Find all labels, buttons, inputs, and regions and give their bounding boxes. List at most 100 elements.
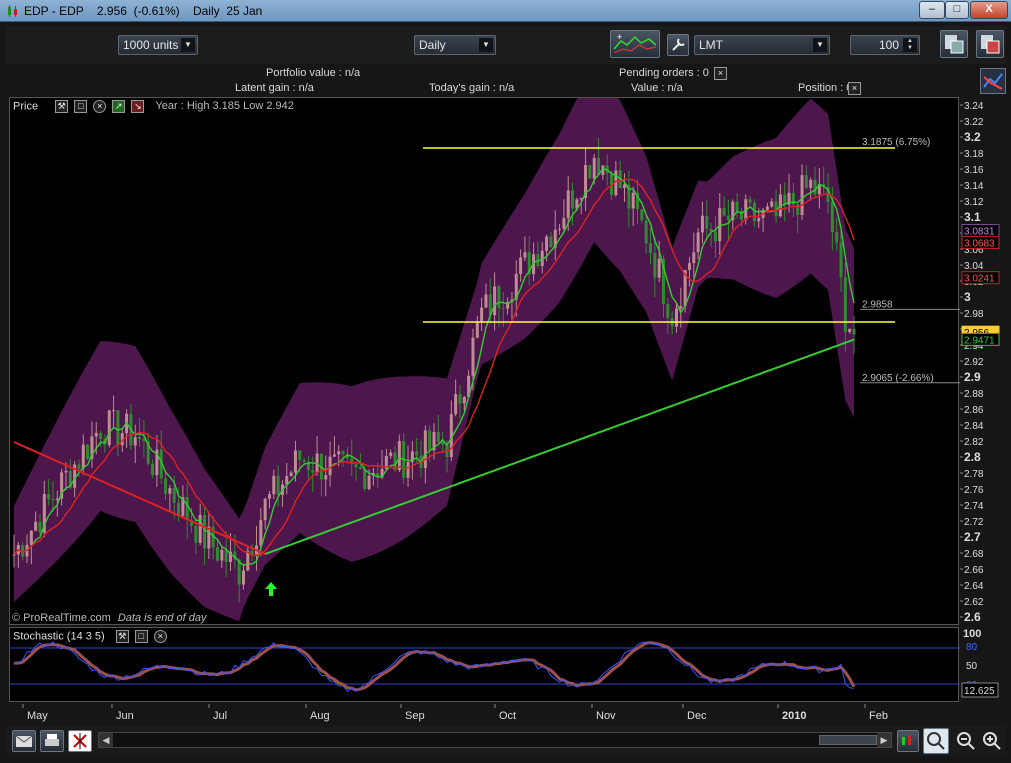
minimize-button[interactable]: – (919, 1, 945, 19)
candle-body (852, 328, 856, 335)
candle-body (34, 521, 38, 531)
todays-gain: Today's gain : n/a (429, 82, 515, 94)
candle-body (809, 179, 813, 188)
price-axis-tick: 2.8 (964, 450, 981, 464)
price-axis-tick: 2.92 (964, 357, 984, 368)
scroll-left-icon[interactable]: ◀ (99, 733, 113, 747)
import-icon[interactable]: ↘ (131, 100, 145, 113)
candle-body (497, 286, 501, 309)
candle-body (397, 441, 401, 470)
maximize-button[interactable]: □ (945, 1, 969, 19)
export-icon[interactable]: ↗ (112, 100, 126, 113)
stochastic-axis: 100 80 50 20 12.625 (960, 627, 1000, 702)
price-badge-badge_ma4: 2.9471 (964, 335, 995, 346)
candle-body (133, 437, 137, 446)
close-icon[interactable]: × (93, 100, 107, 113)
candle-body (367, 475, 371, 490)
price-axis-tick: 3.2 (964, 130, 981, 144)
price-axis-tick: 3 (964, 290, 971, 304)
candle-body (423, 430, 427, 469)
candle-body (341, 451, 345, 455)
candle-body (332, 454, 336, 457)
candle-body (480, 307, 484, 323)
stochastic-panel[interactable]: Stochastic (14 3 5) ⚒ □ × (9, 627, 960, 702)
candle-body (653, 252, 657, 278)
price-axis-tick: 2.7 (964, 530, 981, 544)
mail-button[interactable] (12, 730, 36, 752)
level-upper-label: 3.1875 (6.75%) (862, 137, 930, 148)
price-chart-panel[interactable]: 3.1875 (6.75%) 2.9858 2.9065 (-2.66%) Pric… (9, 66, 960, 626)
zoom-area-button[interactable] (923, 728, 949, 754)
close-icon[interactable]: × (153, 630, 167, 643)
candle-body (267, 494, 271, 499)
cursor-mode-button[interactable] (68, 730, 92, 752)
trend-arrows-icon (983, 73, 1003, 90)
zoom-out-button[interactable] (955, 730, 977, 752)
candle-body (545, 236, 549, 251)
chevron-down-icon: ▼ (181, 38, 195, 52)
chart-style-button[interactable] (897, 730, 919, 752)
zoom-in-button[interactable] (981, 730, 1003, 752)
window-icon[interactable]: □ (134, 630, 148, 643)
position: Position : 0 (798, 82, 853, 94)
candle-body (293, 450, 297, 473)
candle-body (77, 464, 81, 469)
units-select-value: 1000 units (123, 38, 179, 52)
date-label: May (27, 710, 48, 722)
candle-body (151, 463, 155, 476)
candle-body (224, 549, 228, 562)
candle-body (757, 218, 761, 222)
candle-body (566, 190, 570, 219)
print-button[interactable] (40, 730, 64, 752)
price-chart[interactable]: 3.1875 (6.75%) 2.9858 2.9065 (-2.66%) (10, 66, 960, 626)
close-small-icon[interactable]: × (848, 82, 861, 95)
price-panel-header: Price ⚒ □ × ↗ ↘ Year : High 3.185 Low 2.… (13, 100, 294, 118)
candle-body (51, 499, 55, 501)
timeframe-select[interactable]: Daily ▼ (414, 35, 496, 55)
candle-body (696, 232, 700, 253)
candle-body (298, 450, 302, 460)
candle-body (302, 459, 306, 462)
price-axis-tick: 3.16 (964, 165, 984, 176)
candle-body (484, 294, 488, 308)
candles-icon (902, 735, 911, 745)
crosshair-x-icon (73, 733, 87, 749)
chart-link-button[interactable] (980, 68, 1006, 94)
candle-body (713, 231, 717, 242)
candle-body (99, 432, 103, 439)
candle-body (107, 410, 111, 445)
units-select[interactable]: 1000 units ▼ (118, 35, 198, 55)
close-small-icon[interactable]: × (714, 67, 727, 80)
candle-body (311, 470, 315, 473)
candle-body (389, 452, 393, 456)
sell-ticket-button[interactable] (976, 30, 1004, 58)
scroll-right-icon[interactable]: ▶ (877, 733, 891, 747)
mail-icon (15, 735, 33, 747)
candle-body (138, 437, 142, 439)
candle-body (272, 475, 276, 495)
chart-scrollbar[interactable]: ◀ ▶ (98, 732, 892, 748)
order-settings-button[interactable] (667, 34, 689, 56)
candle-body (839, 242, 843, 278)
wrench-icon[interactable]: ⚒ (55, 100, 69, 113)
close-button[interactable]: X (970, 1, 1008, 19)
candle-body (164, 478, 168, 494)
candle-body (289, 472, 293, 477)
window-icon[interactable]: □ (74, 100, 88, 113)
stepper-arrows-icon[interactable]: ▲ ▼ (903, 38, 917, 52)
stochastic-header: Stochastic (14 3 5) ⚒ □ × (13, 630, 167, 648)
quantity-stepper[interactable]: 100 ▲ ▼ (850, 35, 920, 55)
order-type-select[interactable]: LMT ▼ (694, 35, 830, 55)
indicators-button[interactable]: + (610, 30, 660, 58)
scrollbar-thumb[interactable] (819, 735, 877, 745)
price-axis: 3.243.223.23.183.163.143.123.13.083.063.… (960, 97, 1000, 625)
svg-text:+: + (617, 32, 622, 42)
candle-body (631, 192, 635, 209)
buy-ticket-button[interactable] (940, 30, 968, 58)
candle-body (406, 462, 410, 478)
candle-body (848, 328, 852, 332)
wrench-icon[interactable]: ⚒ (115, 630, 129, 643)
level-mid-label: 2.9858 (862, 299, 893, 310)
candle-body (194, 525, 198, 543)
candle-body (250, 550, 254, 555)
